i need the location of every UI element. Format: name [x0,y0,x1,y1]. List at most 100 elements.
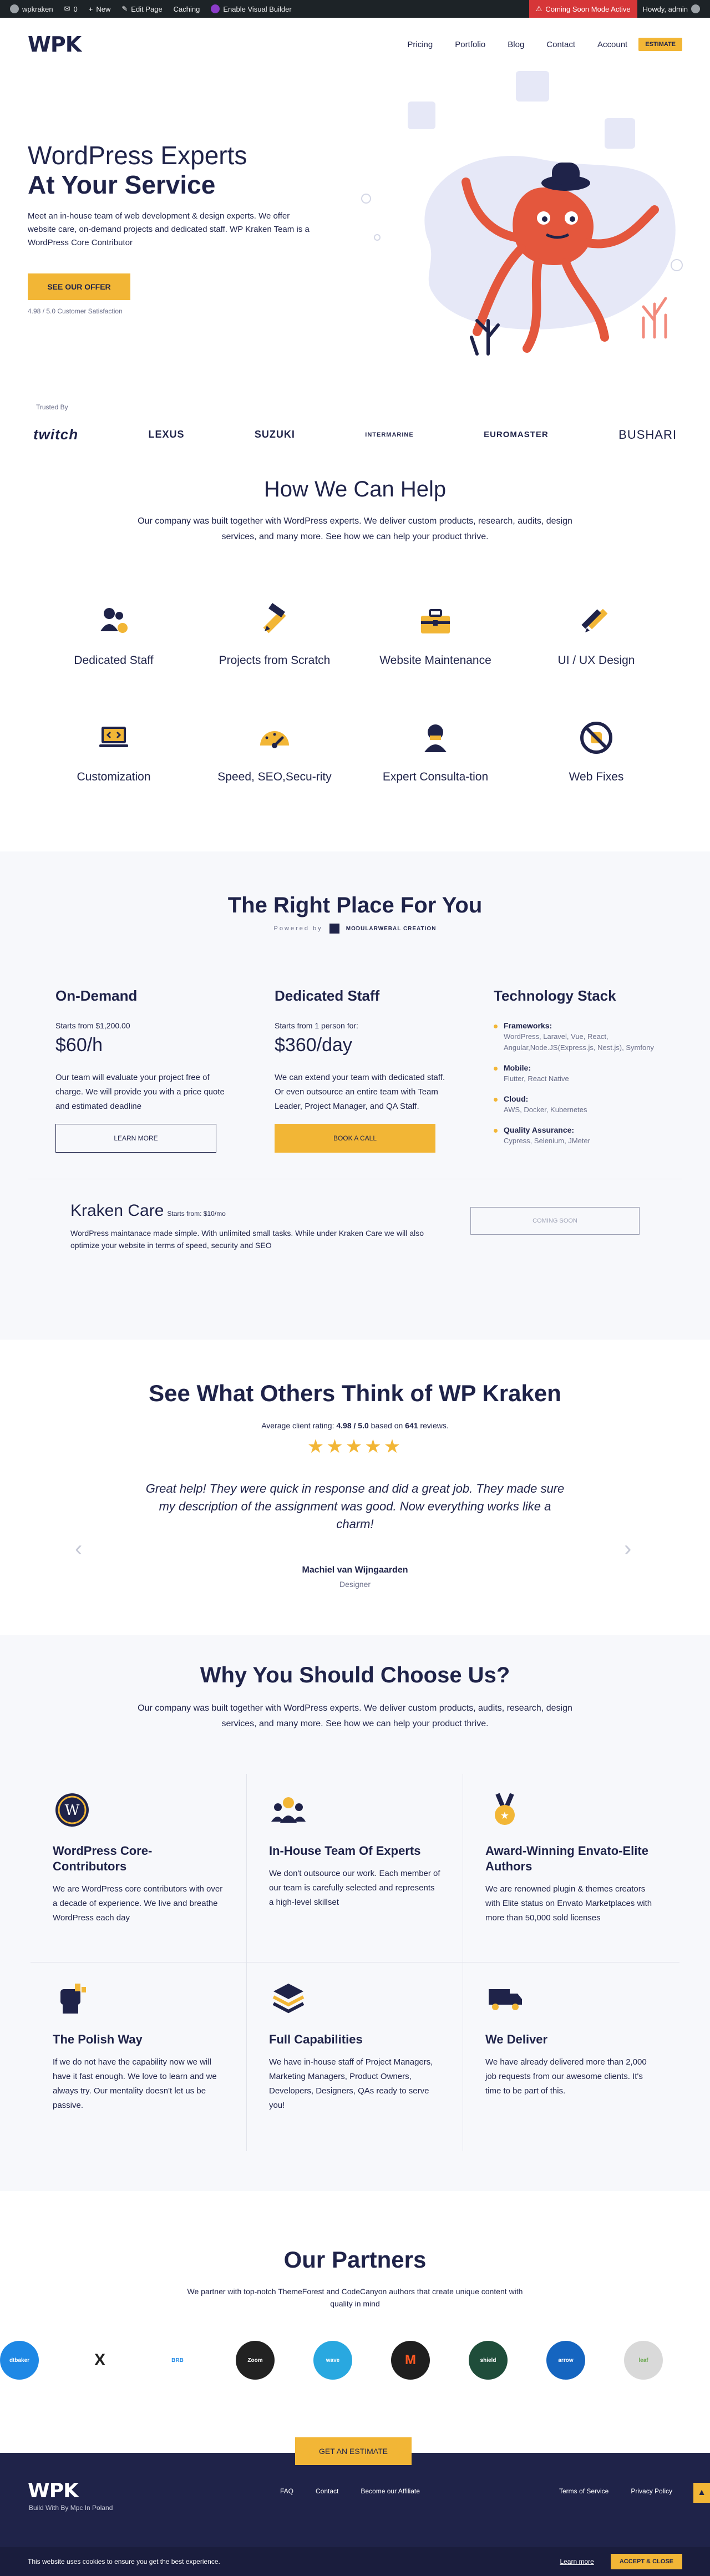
help-item-label: UI / UX Design [557,654,635,667]
help-item[interactable]: Web Fixes [516,716,677,788]
testimonials-title: See What Others Think of WP Kraken [149,1380,561,1406]
footer-legal-links: Terms of Service Privacy Policy [559,2487,672,2495]
estimate-button[interactable]: ESTIMATE [638,38,682,51]
why-item-title: The Polish Way [53,2032,143,2046]
bubble-rocket-icon [408,102,435,129]
hero-section: WordPress Experts At Your Service Meet a… [0,71,710,398]
partner-logo-shield[interactable]: shield [469,2341,508,2380]
brand-logo-twitch: twitch [33,426,79,443]
partner-logo-brb[interactable]: BRB [158,2341,197,2380]
bug-fix-icon [580,722,612,754]
get-estimate-button[interactable]: GET AN ESTIMATE [295,2437,412,2465]
help-item[interactable]: Expert Consulta-tion [355,716,516,788]
footer-logo[interactable]: WPK [28,2479,79,2502]
partner-logo-zoom[interactable]: Zoom [236,2341,275,2380]
partner-logos: dtbaker X BRB Zoom wave M shield arrow l… [0,2341,710,2385]
footer-link-affiliate[interactable]: Become our Affiliate [361,2487,420,2495]
partner-logo-dtbaker[interactable]: dtbaker [0,2341,39,2380]
partner-logo-wave[interactable]: wave [313,2341,352,2380]
plan-starts: Starts from 1 person for: [275,1021,358,1030]
why-item-title: Full Capabilities [269,2032,363,2046]
list-item: Cloud: AWS, Docker, Kubernetes [494,1094,660,1115]
list-item: Mobile: Flutter, React Native [494,1063,660,1084]
stack-key: Cloud: [504,1094,529,1103]
plan-title: Dedicated Staff [275,987,380,1004]
help-item-label: Customization [77,770,151,783]
nav-item-portfolio[interactable]: Portfolio [455,40,485,49]
why-item-text: If we do not have the capability now we … [53,2057,217,2110]
chevron-left-icon[interactable]: ‹ [75,1537,82,1561]
nav-item-pricing[interactable]: Pricing [407,40,433,49]
brand-logo-euromaster: EUROMASTER [484,430,549,439]
help-item-label: Web Fixes [569,770,624,783]
footer-link-terms[interactable]: Terms of Service [559,2487,608,2495]
scroll-top-icon[interactable]: ▲ [693,2483,710,2503]
book-call-button[interactable]: BOOK A CALL [275,1124,435,1153]
admin-account[interactable]: Howdy, admin [637,0,706,18]
wordpress-icon [10,4,19,13]
list-item: Frameworks: WordPress, Laravel, Vue, Reac… [494,1021,660,1053]
why-item-text: We are renowned plugin & themes creators… [485,1884,652,1923]
stack-key: Frameworks: [504,1021,552,1030]
powered-by-label: Powered by [273,925,323,932]
coming-soon-badge[interactable]: ⚠ Coming Soon Mode Active [529,0,637,18]
rating-prefix: Average client rating: [261,1421,334,1430]
nav-item-blog[interactable]: Blog [508,40,524,49]
help-item[interactable]: UI / UX Design [516,599,677,671]
partner-logo-arrow[interactable]: arrow [546,2341,585,2380]
why-item-title: Award-Winning Envato-Elite Authors [485,1844,648,1873]
why-item-title: In-House Team Of Experts [269,1844,421,1858]
partner-logo-m[interactable]: M [391,2341,430,2380]
admin-new[interactable]: + New [83,0,116,18]
admin-comments[interactable]: ✉ 0 [59,0,83,18]
brand-logo-lexus: LEXUS [148,429,185,440]
see-offer-button[interactable]: SEE OUR OFFER [28,273,130,300]
admin-visual-builder[interactable]: Enable Visual Builder [205,0,297,18]
learn-more-button[interactable]: LEARN MORE [55,1124,216,1153]
help-item[interactable]: Customization [33,716,194,788]
footer-link-privacy[interactable]: Privacy Policy [631,2487,672,2495]
help-item[interactable]: Dedicated Staff [33,599,194,671]
chevron-right-icon[interactable]: › [624,1537,631,1561]
partner-logo-x[interactable]: X [80,2341,119,2380]
plan-starts: Starts from $1,200.00 [55,1021,130,1030]
cookie-learn-more-link[interactable]: Learn more [560,2558,594,2565]
coming-soon-label: Coming Soon Mode Active [545,4,631,13]
coming-soon-button[interactable]: COMING SOON [470,1207,640,1235]
nav-item-account[interactable]: Account [597,40,627,49]
help-item[interactable]: Speed, SEO,Secu-rity [194,716,355,788]
kraken-illustration [361,71,683,356]
trusted-by-label: Trusted By [36,403,68,411]
brand-logos: twitch LEXUS SUZUKI INTERMARINE EUROMAST… [33,426,677,443]
admin-site-link[interactable]: wpkraken [4,0,59,18]
help-item[interactable]: Website Maintenance [355,599,516,671]
help-item[interactable]: Projects from Scratch [194,599,355,671]
admin-caching[interactable]: Caching [168,0,206,18]
footer-link-faq[interactable]: FAQ [280,2487,293,2495]
partners-title: Our Partners [283,2247,427,2273]
why-item-text: We have already delivered more than 2,00… [485,2057,647,2096]
admin-edit-page[interactable]: ✎ Edit Page [116,0,168,18]
why-title: Why You Should Choose Us? [200,1663,510,1687]
help-item-label: Speed, SEO,Secu-rity [217,770,332,783]
comment-icon: ✉ [64,4,70,13]
admin-bar: wpkraken ✉ 0 + New ✎ Edit Page Caching Enab… [0,0,710,18]
consultant-icon [424,724,447,752]
partner-logo-leaf[interactable]: leaf [624,2341,663,2380]
speedometer-icon [260,731,289,748]
nav-item-contact[interactable]: Contact [546,40,575,49]
cookie-bar: This website uses cookies to ensure you … [0,2547,710,2576]
stack-title: Technology Stack [494,987,616,1004]
partners-subtitle: We partner with top-notch ThemeForest an… [187,2287,523,2308]
kraken-care-starts: Starts from: $10/mo [167,1210,226,1218]
site-logo[interactable]: WPK [28,32,82,57]
award-medal-icon: ★ [495,1793,515,1825]
help-grid: Dedicated Staff Projects from Scratch We… [33,599,677,788]
cookie-accept-button[interactable]: ACCEPT & CLOSE [610,2554,682,2569]
coral-icon [642,297,667,339]
list-item: Quality Assurance: Cypress, Selenium, JMe… [494,1125,660,1147]
why-item: We Deliver We have already delivered mor… [463,1963,679,2151]
why-item: ★ Award-Winning Envato-Elite Authors We … [463,1774,679,1963]
footer-link-contact[interactable]: Contact [316,2487,338,2495]
brand-logo-intermarine: INTERMARINE [365,431,414,438]
